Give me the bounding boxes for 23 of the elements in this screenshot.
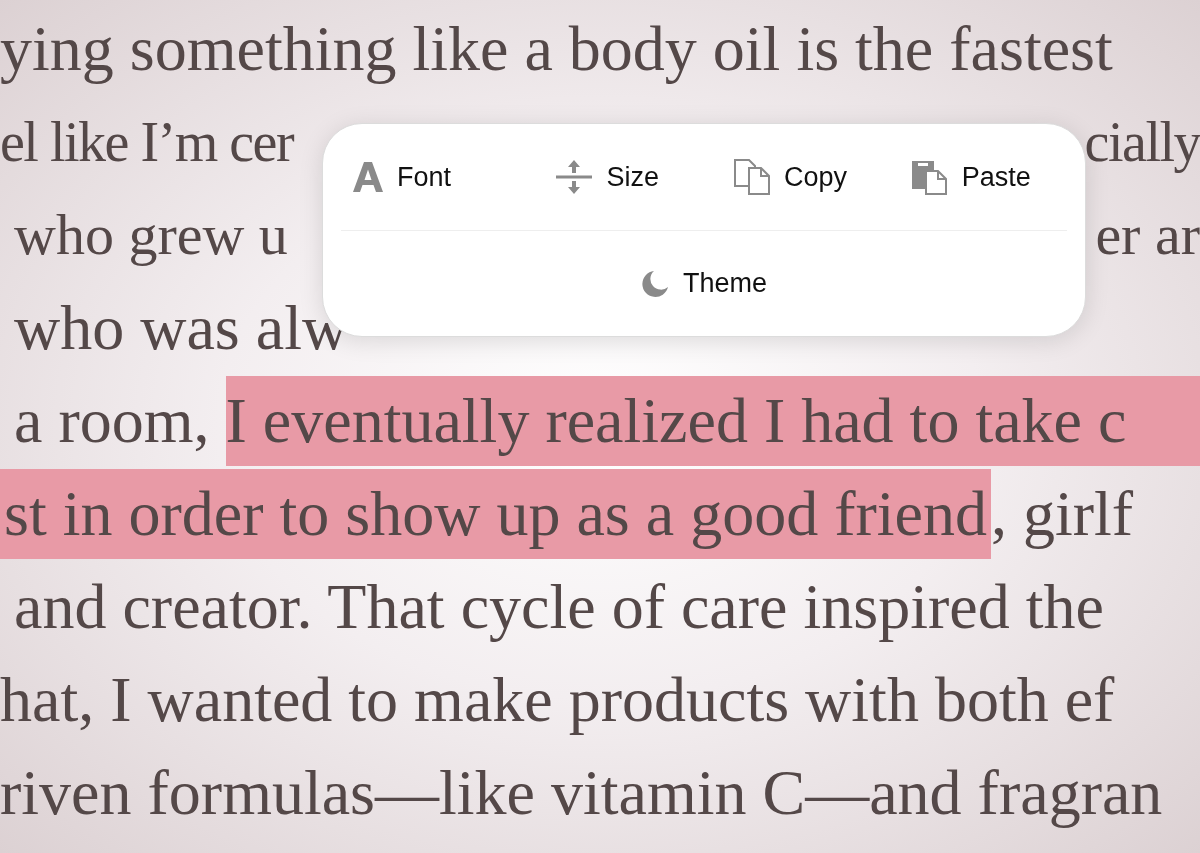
copy-icon: [734, 159, 771, 195]
font-icon: [353, 160, 383, 194]
menu-item[interactable]: Font: [353, 149, 557, 205]
resize-icon: [556, 160, 593, 194]
text-line: who grew u: [14, 200, 288, 269]
menu-item[interactable]: Paste: [911, 149, 1055, 205]
paste-icon: [911, 159, 948, 195]
menu-item[interactable]: Copy: [734, 149, 912, 205]
text-line: a room,: [14, 383, 211, 458]
menu-item[interactable]: Size: [556, 149, 735, 205]
text-line: ying something like a body oil is the fastest: [0, 11, 1113, 86]
moon-icon: [640, 269, 669, 298]
text-line: who was alw: [14, 290, 349, 365]
highlighted-text: I eventually realized I had to take c: [225, 375, 1200, 466]
highlighted-text: st in order to show up as a good friend: [0, 468, 991, 559]
menu-item[interactable]: Theme: [640, 255, 767, 312]
text-line: and creator. That cycle of care inspired the: [14, 569, 1104, 644]
text-line: er ar: [1095, 200, 1200, 269]
text-line: el like I’m cer: [0, 109, 294, 175]
text-line: cially: [1084, 109, 1200, 175]
text-line: , girlf: [990, 476, 1134, 551]
text-line: hat, I wanted to make products with both ef: [0, 662, 1115, 737]
text-line: riven formulas—like vitamin C—and fragran: [0, 755, 1163, 830]
